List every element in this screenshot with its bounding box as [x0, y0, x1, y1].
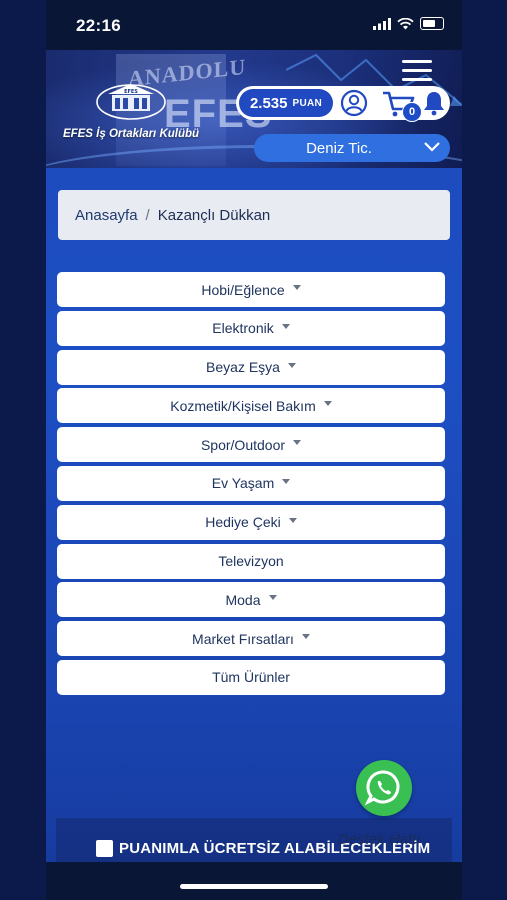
club-logo[interactable]: EFES EFES İş Ortakları Kulübü: [56, 80, 206, 152]
header-banner: ANADOLU EFES EFES EFES İş Ortakları Kulü…: [46, 50, 462, 168]
cart-count-badge: 0: [402, 102, 422, 122]
category-label: Ev Yaşam: [211, 475, 275, 492]
caret-down-icon: [282, 478, 291, 484]
home-indicator[interactable]: [180, 884, 328, 889]
category-label: Televizyon: [218, 553, 284, 570]
breadcrumb-separator: /: [145, 206, 150, 224]
category-label: Hediye Çeki: [205, 514, 281, 531]
menu-line-icon: [402, 60, 432, 63]
category-label: Hobi/Eğlence: [201, 281, 285, 298]
category-label: Moda: [225, 591, 261, 608]
caret-down-icon: [293, 440, 302, 446]
caret-down-icon: [268, 595, 277, 601]
caret-down-icon: [287, 362, 296, 368]
footer-checkbox[interactable]: [96, 840, 113, 857]
category-item-market-firsatlari[interactable]: Market Fırsatları: [57, 621, 445, 657]
category-label: Spor/Outdoor: [200, 436, 286, 453]
support-label[interactable]: Destek Hattı: [338, 831, 421, 848]
category-item-hobi-eglence[interactable]: Hobi/Eğlence: [57, 272, 445, 307]
caret-down-icon: [288, 517, 297, 523]
account-bar: 2.535 PUAN 0: [236, 86, 450, 122]
status-time: 22:16: [76, 16, 121, 35]
category-item-elektronik[interactable]: Elektronik: [57, 310, 445, 346]
phone-screen: 22:16 ANADOLU EFES EFES EFES İş Ortaklar…: [46, 0, 462, 900]
logo-small-text: EFES: [124, 89, 138, 95]
caret-down-icon: [301, 634, 310, 640]
category-label: Elektronik: [212, 320, 274, 337]
category-item-televizyon[interactable]: Televizyon: [57, 543, 445, 579]
whatsapp-icon: [364, 770, 400, 806]
category-label: Beyaz Eşya: [206, 359, 280, 376]
notification-bell-icon[interactable]: [422, 90, 446, 116]
category-item-kozmetik[interactable]: Kozmetik/Kişisel Bakım: [57, 388, 445, 424]
battery-icon: [420, 17, 444, 30]
chevron-down-icon: [424, 142, 440, 152]
category-item-spor-outdoor[interactable]: Spor/Outdoor: [57, 427, 445, 463]
points-value: 2.535: [249, 94, 288, 112]
menu-line-icon: [402, 69, 432, 72]
signal-icon: [373, 17, 391, 30]
category-item-moda[interactable]: Moda: [57, 582, 445, 618]
home-indicator-area: [46, 862, 462, 900]
category-item-ev-yasam[interactable]: Ev Yaşam: [57, 465, 445, 501]
category-label: Tüm Ürünler: [212, 669, 290, 686]
breadcrumb-current: Kazançlı Dükkan: [157, 206, 271, 224]
user-profile-icon[interactable]: [340, 89, 368, 117]
hamburger-menu-button[interactable]: [402, 60, 432, 84]
status-bar: 22:16: [46, 0, 462, 50]
category-item-tum-urunler[interactable]: Tüm Ürünler: [57, 659, 445, 695]
menu-line-icon: [402, 78, 432, 81]
dealer-select-value: Deniz Tic.: [306, 140, 372, 157]
points-badge[interactable]: 2.535 PUAN: [239, 89, 333, 117]
caret-down-icon: [292, 285, 301, 290]
points-unit: PUAN: [292, 97, 323, 109]
whatsapp-button[interactable]: [356, 760, 412, 816]
dealer-select[interactable]: Deniz Tic.: [254, 134, 450, 162]
category-label: Market Fırsatları: [192, 630, 294, 647]
caret-down-icon: [281, 323, 290, 329]
category-item-hediye-ceki[interactable]: Hediye Çeki: [57, 504, 445, 540]
wifi-icon: [397, 17, 414, 29]
logo-text: EFES İş Ortakları Kulübü: [62, 128, 200, 140]
status-icons: [373, 17, 444, 30]
category-label: Kozmetik/Kişisel Bakım: [170, 397, 316, 414]
category-item-beyaz-esya[interactable]: Beyaz Eşya: [57, 349, 445, 385]
breadcrumb: Anasayfa / Kazançlı Dükkan: [58, 190, 450, 240]
building-logo-icon: EFES: [96, 84, 166, 120]
category-list: Hobi/Eğlence Elektronik Beyaz Eşya Kozme…: [57, 272, 445, 699]
breadcrumb-home-link[interactable]: Anasayfa: [75, 207, 138, 224]
caret-down-icon: [323, 401, 332, 407]
